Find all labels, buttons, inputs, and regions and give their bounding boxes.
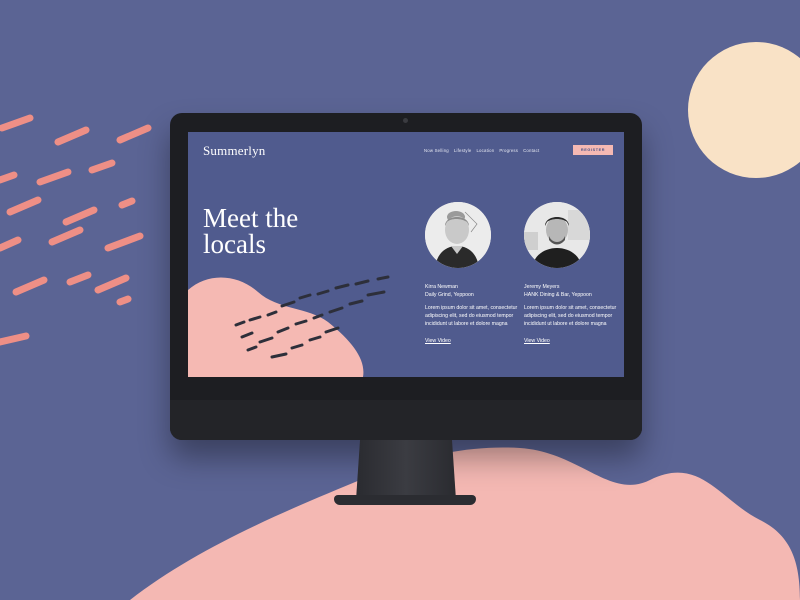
- woman-portrait-icon: [425, 202, 491, 268]
- hero-title-line-2: locals: [203, 229, 266, 259]
- monitor-stand-neck: [356, 440, 456, 500]
- hero-title-line-1: Meet the: [203, 203, 299, 233]
- main-nav: Now Selling Lifestyle Location Progress …: [424, 148, 539, 153]
- nav-item-contact[interactable]: Contact: [523, 148, 539, 153]
- profile-description: Lorem ipsum dolor sit amet, consectetur …: [425, 305, 518, 327]
- sun-shape: [688, 42, 800, 178]
- profile-name: Kirra Newman: [425, 284, 458, 290]
- confetti-dashes: [0, 114, 152, 346]
- pink-hill-shape: [130, 447, 800, 600]
- avatar: [524, 202, 590, 268]
- monitor-stand-base: [334, 495, 476, 505]
- hero-title: Meet the locals: [203, 203, 353, 259]
- profile-card: Jeremy Meyers HANK Dining & Bar, Yeppoon…: [524, 202, 620, 347]
- profile-card: Kirra Newman Daily Grind, Yeppoon Lorem …: [425, 202, 521, 347]
- profile-business: Daily Grind, Yeppoon: [425, 291, 474, 298]
- nav-item-lifestyle[interactable]: Lifestyle: [454, 148, 472, 153]
- site-logo[interactable]: Summerlyn: [203, 143, 265, 159]
- register-button[interactable]: REGISTER: [573, 145, 613, 155]
- nav-item-location[interactable]: Location: [476, 148, 494, 153]
- view-video-link[interactable]: View Video: [524, 338, 550, 344]
- avatar: [425, 202, 491, 268]
- profile-business: HANK Dining & Bar, Yeppoon: [524, 291, 592, 298]
- nav-item-progress[interactable]: Progress: [499, 148, 518, 153]
- profile-name: Jeremy Meyers: [524, 284, 560, 290]
- imac-monitor: Summerlyn Now Selling Lifestyle Location…: [170, 113, 642, 440]
- profile-description: Lorem ipsum dolor sit amet, consectetur …: [524, 305, 617, 327]
- profile-name-block: Kirra Newman Daily Grind, Yeppoon: [425, 284, 521, 299]
- view-video-link[interactable]: View Video: [425, 338, 451, 344]
- man-portrait-icon: [524, 202, 590, 268]
- camera-dot: [403, 118, 408, 123]
- monitor-chin: [170, 400, 642, 440]
- website-screen: Summerlyn Now Selling Lifestyle Location…: [188, 132, 624, 377]
- nav-item-now-selling[interactable]: Now Selling: [424, 148, 449, 153]
- profile-name-block: Jeremy Meyers HANK Dining & Bar, Yeppoon: [524, 284, 620, 299]
